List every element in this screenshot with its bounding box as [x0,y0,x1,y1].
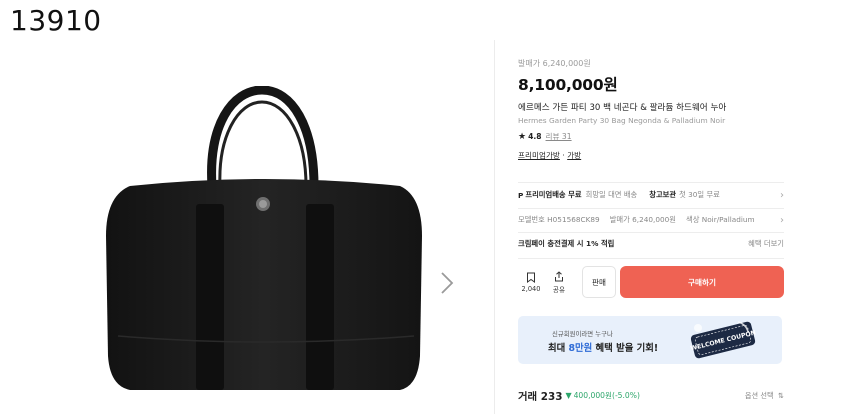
chevron-right-icon: › [780,214,784,226]
share-button[interactable]: 공유 [546,266,572,298]
wishlist-button[interactable]: 2,040 [518,266,544,298]
trade-summary: 거래 233 ▼ 400,000원(-5.0%) 옵션 선택 ⇅ [518,388,784,404]
payment-promo: 크림페이 충전결제 시 1% 적립 [518,239,615,248]
banner-subtitle: 신규회원이라면 누구나 [552,330,613,338]
release-price-spec: 발매가 6,240,000원 [609,215,676,224]
sell-button[interactable]: 판매 [582,266,616,298]
storage-label: 창고보관 [649,190,677,199]
trade-price-change: 400,000원(-5.0%) [573,391,640,400]
release-price: 발매가 6,240,000원 [518,59,591,68]
option-select[interactable]: 옵션 선택 ⇅ [745,391,784,401]
current-price: 8,100,000원 [518,76,618,94]
share-icon [555,270,563,281]
product-gallery [0,40,470,414]
chevron-right-icon[interactable] [436,268,458,298]
banner-title-suffix: 혜택 받을 기회! [592,343,659,354]
coupon-ticket-icon: WELCOME COUPON [690,321,757,359]
more-benefits-link[interactable]: 혜택 더보기 [748,239,784,249]
product-image [106,86,422,390]
product-name-english: Hermes Garden Party 30 Bag Negonda & Pal… [518,116,726,125]
shipping-desc: 희망일 대면 배송 [585,190,638,199]
rating-score: 4.8 [528,132,542,141]
rating-row: ★ 4.8 리뷰 31 [518,131,784,142]
action-bar: 2,040 공유 판매 구매하기 [518,266,784,298]
bookmark-icon [527,272,535,283]
shipping-row[interactable]: P 프리미엄배송 무료 희망일 대면 배송 창고보관 첫 30일 무료 › [518,188,784,202]
breadcrumb-category[interactable]: 프리미엄가방 [518,151,560,160]
banner-title: 최대 8만원 혜택 받을 기회! [548,340,658,354]
chevron-right-icon: › [780,189,784,201]
star-icon: ★ [518,131,527,142]
storage-desc: 첫 30일 무료 [679,190,720,199]
breadcrumb: 프리미엄가방 · 가방 [518,150,784,161]
welcome-coupon-banner[interactable]: 신규회원이라면 누구나 최대 8만원 혜택 받을 기회! WELCOME COU… [518,316,782,364]
breadcrumb-separator: · [562,151,565,160]
sort-icon: ⇅ [777,390,784,400]
breadcrumb-subcategory[interactable]: 가방 [567,151,581,160]
trade-count: 거래 233 [518,391,563,403]
image-id-label: 13910 [10,4,102,37]
divider [518,232,784,233]
option-select-label: 옵션 선택 [744,390,774,400]
wishlist-count: 2,040 [521,284,541,293]
banner-title-highlight: 8만원 [568,343,593,354]
divider [518,258,784,259]
color-spec: 색상 Noir/Palladium [686,215,755,224]
buy-button[interactable]: 구매하기 [620,266,784,298]
model-number: 모델번호 H051568CK89 [518,215,600,224]
price-down-icon: ▼ [565,391,572,400]
product-name-korean: 에르메스 가든 파티 30 백 네곤다 & 팔라듐 하드웨어 누아 [518,103,727,113]
payment-promo-row: 크림페이 충전결제 시 1% 적립 혜택 더보기 [518,237,784,251]
divider [518,182,784,183]
product-info: 발매가 6,240,000원 8,100,000원 에르메스 가든 파티 30 … [518,58,784,161]
specs-row[interactable]: 모델번호 H051568CK89 발매가 6,240,000원 색상 Noir/… [518,213,784,227]
panel-divider [494,40,495,414]
review-link[interactable]: 리뷰 31 [546,131,572,142]
shipping-label: 프리미엄배송 무료 [525,190,582,199]
shipping-icon: P [518,190,524,200]
divider [518,208,784,209]
share-label: 공유 [552,285,566,294]
banner-title-prefix: 최대 [548,343,569,354]
